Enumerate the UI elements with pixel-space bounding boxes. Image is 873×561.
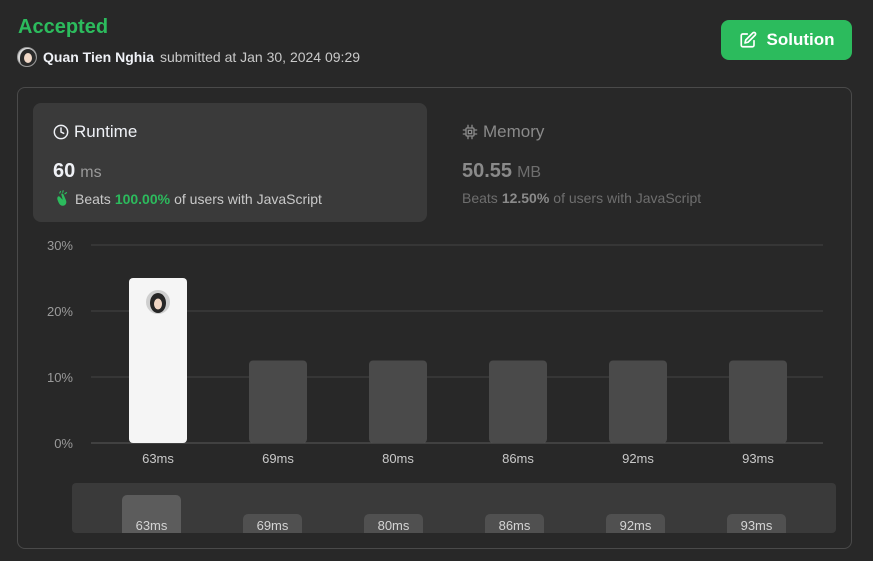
bar-86ms[interactable] <box>489 360 547 444</box>
overview-label: 93ms <box>740 518 773 533</box>
y-tick-label: 20% <box>47 304 73 319</box>
bar-93ms[interactable] <box>729 360 787 444</box>
runtime-distribution-chart: 0% 10% 20% 30% 63ms 69ms 80ms 86ms 92ms 93ms <box>47 238 823 466</box>
y-tick-label: 30% <box>47 238 73 253</box>
y-tick-label: 0% <box>54 436 73 451</box>
overview-label: 80ms <box>377 518 410 533</box>
y-tick-label: 10% <box>47 370 73 385</box>
user-avatar-marker <box>146 290 170 314</box>
x-tick-label: 92ms <box>622 451 654 466</box>
overview-label: 63ms <box>135 518 168 533</box>
x-tick-label: 63ms <box>142 451 174 466</box>
x-tick-label: 93ms <box>742 451 774 466</box>
bar-80ms[interactable] <box>369 360 427 444</box>
x-tick-label: 80ms <box>382 451 414 466</box>
x-tick-label: 69ms <box>262 451 294 466</box>
distribution-overview[interactable]: 63ms 69ms 80ms 86ms 92ms 93ms <box>72 483 836 533</box>
overview-label: 69ms <box>256 518 289 533</box>
bar-92ms[interactable] <box>609 360 667 444</box>
bar-69ms[interactable] <box>249 360 307 444</box>
overview-label: 86ms <box>498 518 531 533</box>
overview-label: 92ms <box>619 518 652 533</box>
x-tick-label: 86ms <box>502 451 534 466</box>
